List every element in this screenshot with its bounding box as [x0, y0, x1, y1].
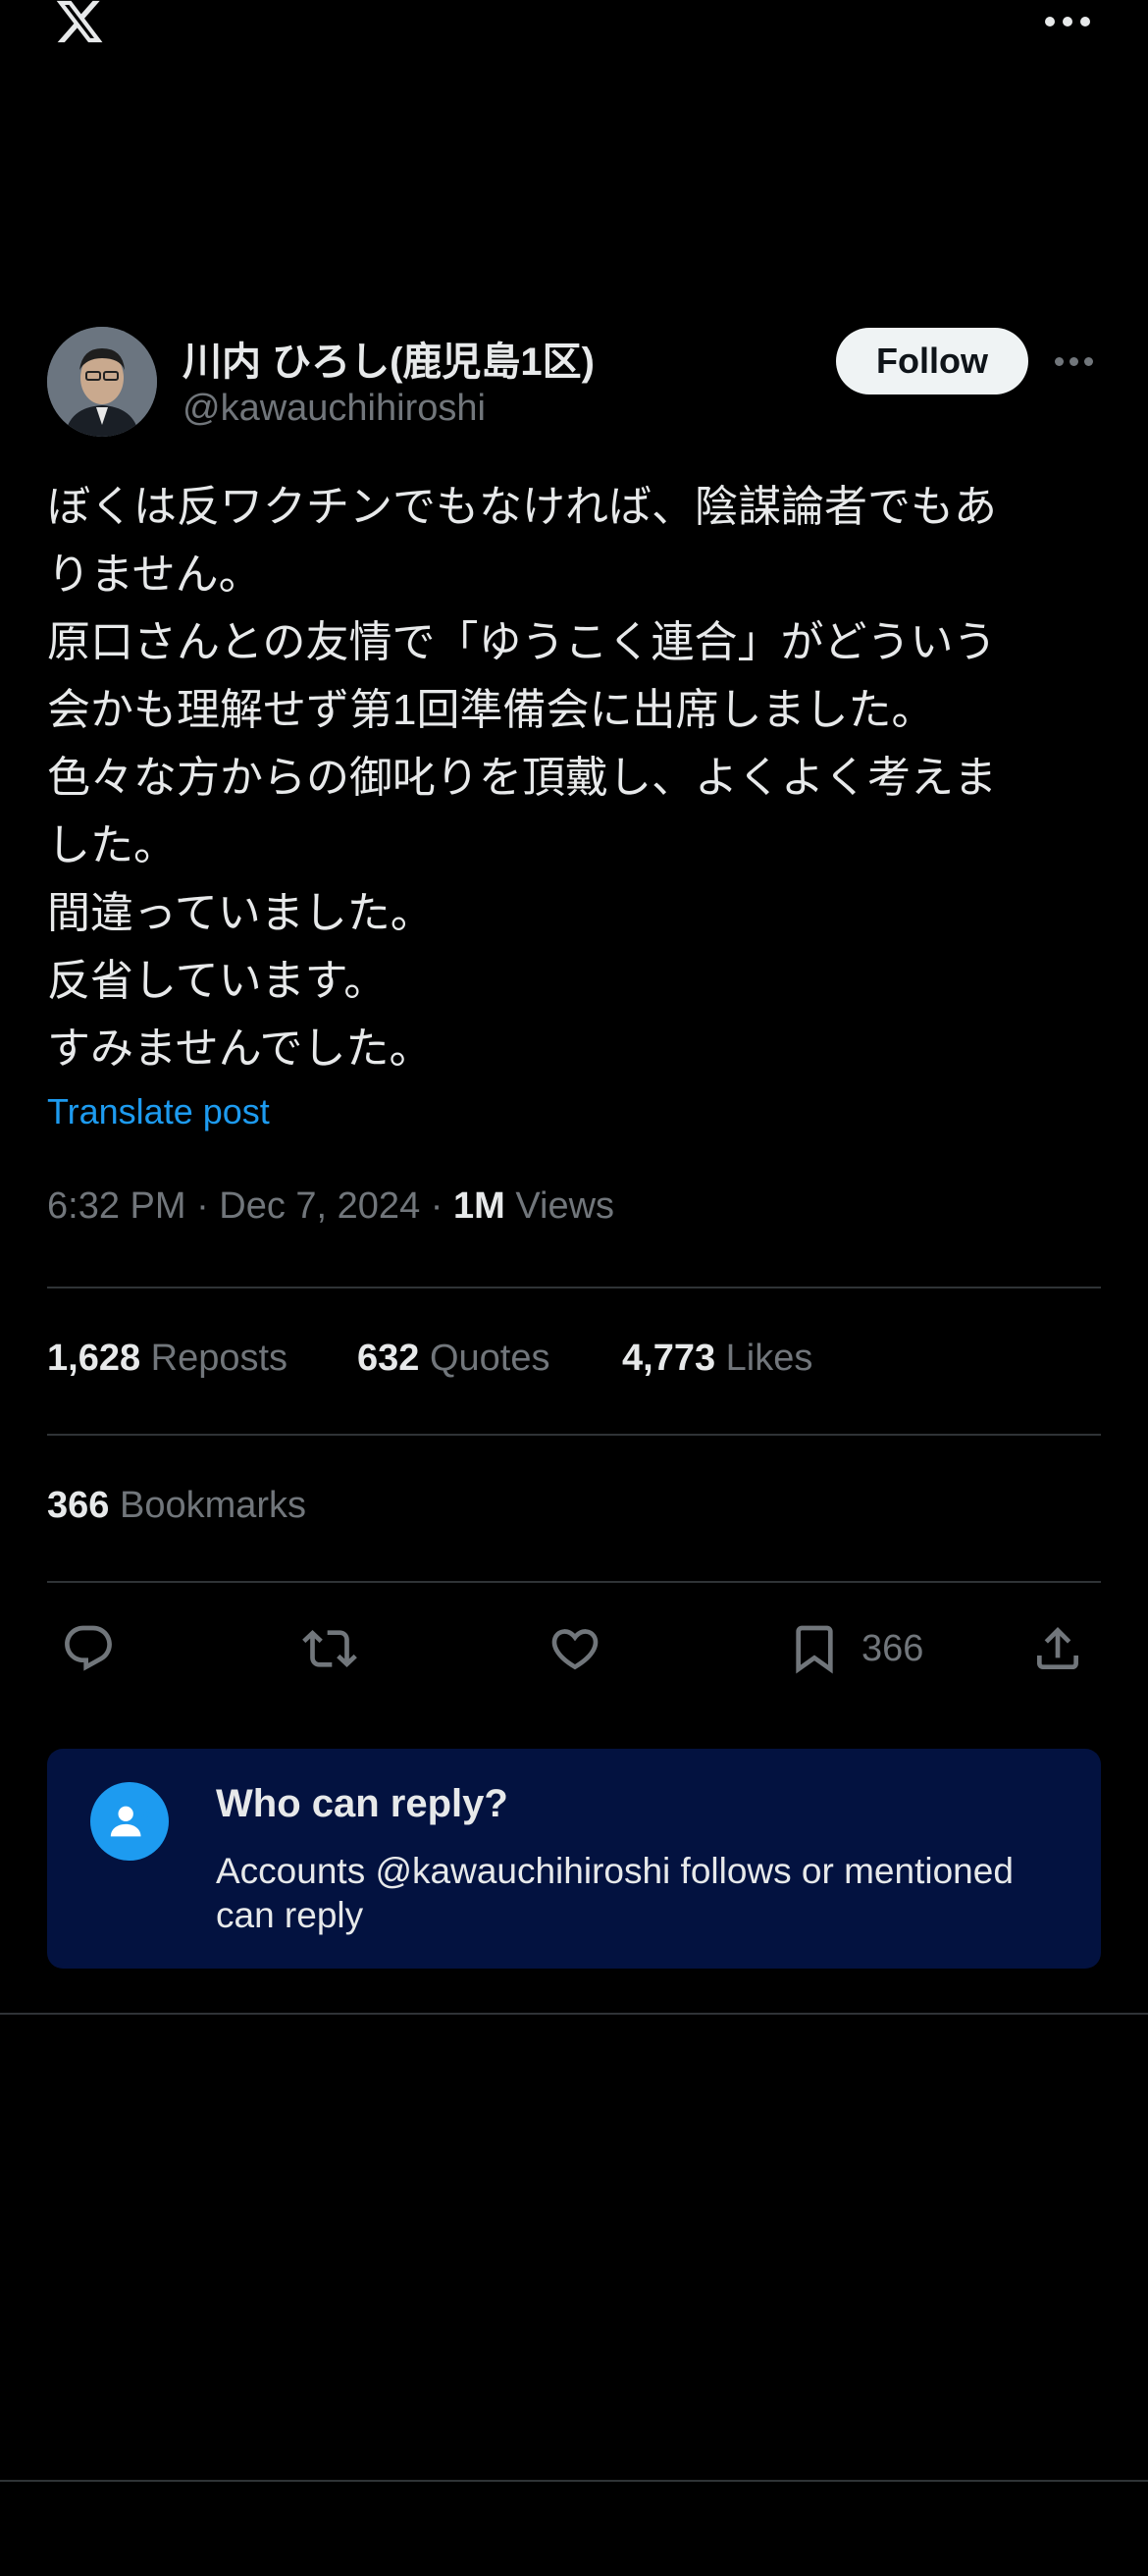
translate-post-link[interactable]: Translate post [47, 1091, 270, 1132]
divider [47, 1287, 1101, 1288]
who-can-reply-description: Accounts @kawauchihiroshi follows or men… [216, 1851, 1014, 1935]
post-text-line: りません。 [47, 551, 262, 599]
bookmarks-stat[interactable]: 366 Bookmarks [47, 1485, 306, 1527]
author-name[interactable]: 川内 ひろし(鹿児島1区) [183, 330, 595, 387]
post-text-line: 原口さんとの友情で「ゆうこく連合」がどういう [47, 618, 997, 666]
reply-icon [65, 1625, 112, 1671]
post-text-line: ぼくは反ワクチンでもなければ、陰謀論者でもあ [47, 483, 997, 531]
post-meta: 6:32 PM · Dec 7, 2024 · 1M Views [47, 1185, 614, 1228]
views-label: Views [515, 1185, 615, 1227]
bookmarks-count: 366 [47, 1485, 110, 1526]
repost-button[interactable] [302, 1617, 357, 1680]
repost-icon [302, 1630, 357, 1667]
views-count: 1M [452, 1185, 505, 1227]
who-can-reply-title: Who can reply? [216, 1782, 508, 1825]
follow-button[interactable]: Follow [836, 328, 1028, 394]
post-text-line: 色々な方からの御叱りを頂戴し、よくよく考えま [47, 754, 997, 802]
share-icon [1037, 1627, 1078, 1669]
reposts-count: 1,628 [47, 1338, 141, 1379]
post-timestamp[interactable]: 6:32 PM · Dec 7, 2024 · [47, 1185, 453, 1227]
divider [47, 1434, 1101, 1436]
likes-stat[interactable]: 4,773 Likes [622, 1338, 812, 1380]
divider [0, 2013, 1148, 2015]
likes-count: 4,773 [622, 1338, 716, 1379]
bookmark-count: 366 [861, 1627, 924, 1669]
quotes-stat[interactable]: 632 Quotes [357, 1338, 550, 1380]
bookmark-icon [796, 1625, 833, 1674]
post-text-line: 会かも理解せず第1回準備会に出席しました。 [47, 686, 935, 734]
quotes-count: 632 [357, 1338, 420, 1379]
post-text-line: 間違っていました。 [47, 889, 434, 937]
bookmarks-label: Bookmarks [119, 1485, 307, 1526]
post-text-line: すみませんでした。 [47, 1025, 433, 1073]
reply-button[interactable] [61, 1617, 116, 1680]
quotes-label: Quotes [429, 1338, 550, 1379]
reposts-label: Reposts [150, 1338, 288, 1379]
post-text-line: した。 [47, 821, 177, 869]
likes-label: Likes [725, 1338, 813, 1379]
post-more-icon[interactable] [1050, 345, 1097, 377]
user-check-icon [90, 1782, 169, 1861]
author-handle[interactable]: @kawauchihiroshi [183, 388, 486, 430]
like-button[interactable] [548, 1617, 602, 1680]
share-button[interactable] [1030, 1617, 1085, 1680]
reposts-stat[interactable]: 1,628 Reposts [47, 1338, 287, 1380]
avatar[interactable] [47, 327, 157, 437]
post-text: ぼくは反ワクチンでもなければ、陰謀論者でもあ りません。 原口さんとの友情で「ゆ… [47, 473, 1107, 1082]
post-text-line: 反省しています。 [47, 957, 388, 1005]
divider [47, 1581, 1101, 1583]
bookmark-button[interactable]: 366 [787, 1617, 923, 1680]
heart-icon [551, 1629, 599, 1670]
more-horizontal-icon[interactable] [1038, 0, 1097, 43]
x-logo-icon[interactable] [47, 0, 112, 47]
divider [0, 2480, 1148, 2482]
